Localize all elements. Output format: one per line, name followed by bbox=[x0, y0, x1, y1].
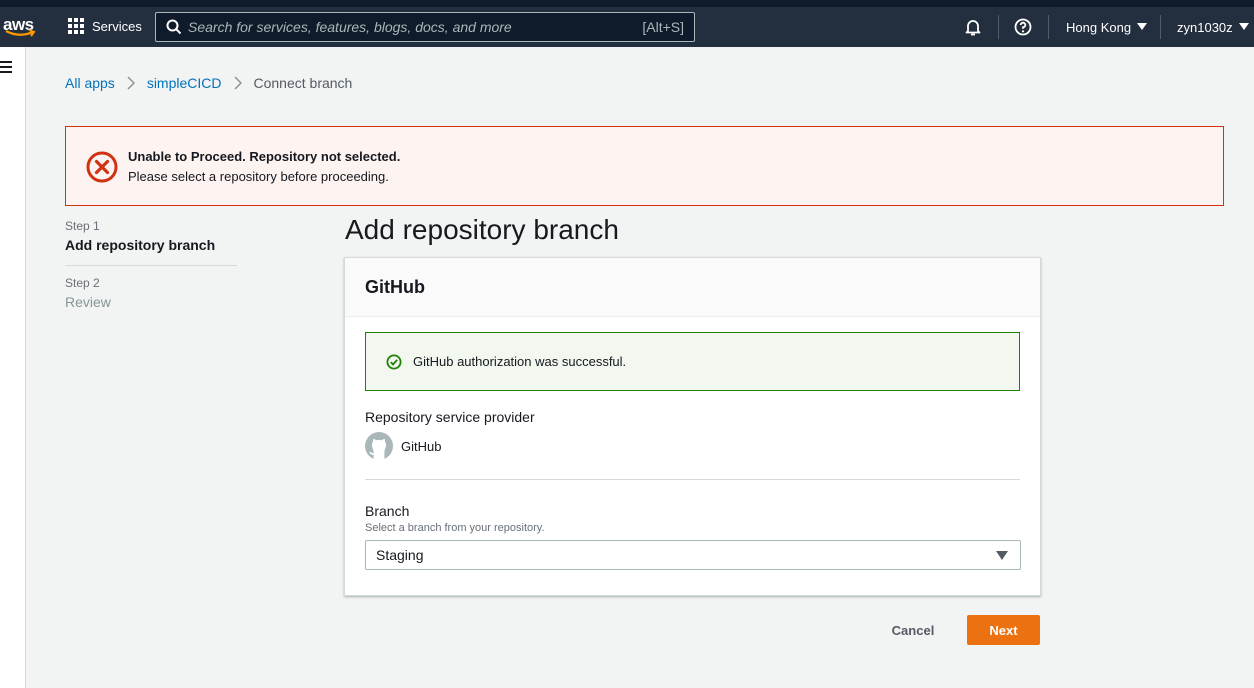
success-alert: GitHub authorization was successful. bbox=[365, 332, 1020, 391]
caret-down-icon bbox=[1137, 23, 1148, 30]
cancel-button[interactable]: Cancel bbox=[876, 615, 950, 645]
github-panel: GitHub GitHub authorization was successf… bbox=[344, 257, 1041, 596]
step-1[interactable]: Step 1 Add repository branch bbox=[65, 219, 237, 253]
breadcrumb-current: Connect branch bbox=[253, 75, 353, 91]
region-selector[interactable]: Hong Kong bbox=[1066, 19, 1148, 35]
aws-smile-icon bbox=[5, 29, 36, 37]
branch-description: Select a branch from your repository. bbox=[365, 522, 545, 534]
menu-icon[interactable] bbox=[0, 61, 12, 76]
check-circle-icon bbox=[386, 354, 402, 369]
error-alert-message: Please select a repository before procee… bbox=[128, 169, 389, 184]
error-icon bbox=[86, 151, 118, 183]
help-button[interactable] bbox=[1014, 7, 1032, 47]
step-2: Step 2 Review bbox=[65, 276, 237, 310]
provider-label: Repository service provider bbox=[365, 409, 535, 425]
page-title: Add repository branch bbox=[345, 214, 619, 245]
search-input[interactable] bbox=[182, 19, 643, 35]
step-2-name: Review bbox=[65, 294, 111, 310]
region-label: Hong Kong bbox=[1066, 19, 1132, 35]
chevron-right-icon bbox=[233, 76, 242, 90]
breadcrumb-simplecicd[interactable]: simpleCICD bbox=[147, 75, 222, 91]
top-strip bbox=[0, 0, 1254, 7]
topbar-divider bbox=[1048, 15, 1049, 39]
error-alert-title: Unable to Proceed. Repository not select… bbox=[128, 149, 401, 164]
branch-select[interactable]: Staging bbox=[365, 540, 1021, 570]
services-menu-button[interactable]: Services bbox=[68, 18, 142, 34]
next-button[interactable]: Next bbox=[967, 615, 1040, 645]
bell-icon bbox=[965, 20, 981, 36]
step-2-label: Step 2 bbox=[65, 276, 100, 290]
help-icon bbox=[1014, 18, 1032, 36]
branch-label: Branch bbox=[365, 503, 410, 519]
error-alert: Unable to Proceed. Repository not select… bbox=[65, 126, 1224, 206]
wizard-steps: Step 1 Add repository branch Step 2 Revi… bbox=[65, 219, 237, 310]
provider-name: GitHub bbox=[401, 438, 442, 454]
step-1-name: Add repository branch bbox=[65, 237, 216, 253]
account-menu[interactable]: zyn1030z bbox=[1177, 20, 1249, 35]
search-icon bbox=[166, 19, 182, 35]
aws-logo[interactable]: aws bbox=[3, 12, 37, 42]
topbar-divider bbox=[998, 15, 999, 39]
services-label: Services bbox=[92, 18, 142, 34]
caret-down-icon bbox=[996, 550, 1008, 560]
side-navigation-rail bbox=[0, 47, 26, 688]
breadcrumb-all-apps[interactable]: All apps bbox=[65, 75, 115, 91]
top-navigation-bar: aws Services [Alt+S] bbox=[0, 7, 1254, 47]
success-alert-message: GitHub authorization was successful. bbox=[413, 354, 627, 369]
caret-down-icon bbox=[1238, 23, 1249, 30]
account-name: zyn1030z bbox=[1177, 19, 1233, 35]
services-grid-icon bbox=[68, 18, 84, 34]
panel-title: GitHub bbox=[345, 258, 1040, 317]
section-divider bbox=[365, 479, 1020, 480]
step-1-label: Step 1 bbox=[65, 219, 100, 233]
provider-value: GitHub bbox=[365, 432, 441, 460]
step-divider bbox=[65, 265, 237, 266]
github-icon bbox=[365, 432, 393, 460]
search-box[interactable]: [Alt+S] bbox=[155, 12, 695, 42]
chevron-right-icon bbox=[127, 76, 135, 90]
topbar-divider bbox=[1160, 15, 1161, 39]
branch-select-value: Staging bbox=[376, 547, 424, 563]
search-shortcut-hint: [Alt+S] bbox=[642, 19, 684, 35]
breadcrumb: All apps simpleCICD Connect branch bbox=[65, 75, 352, 91]
notifications-button[interactable] bbox=[964, 7, 982, 47]
